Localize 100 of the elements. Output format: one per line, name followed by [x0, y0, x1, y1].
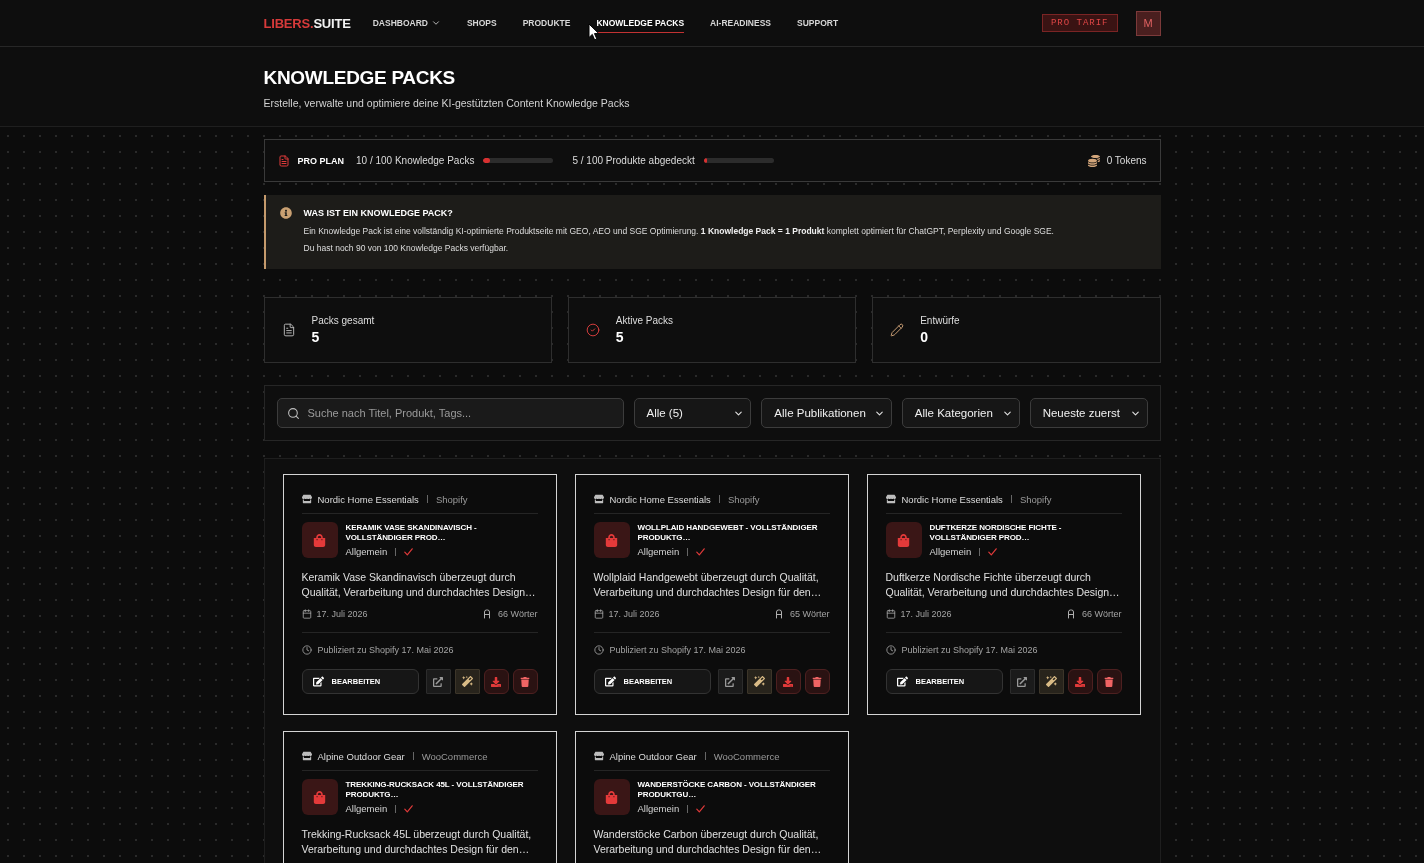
filter-dropdown[interactable]: Alle (5)	[633, 398, 752, 428]
page-subtitle: Erstelle, verwalte und optimiere deine KI-gestützten Content Knowledge Packs	[263, 96, 630, 110]
word-count: 65 Wörter	[790, 609, 830, 619]
shopping-bag-icon	[593, 522, 630, 558]
document-icon	[277, 154, 290, 167]
store-icon	[593, 751, 604, 761]
edit-icon	[312, 676, 324, 687]
download-icon	[1075, 676, 1085, 687]
magic-wand-button[interactable]	[746, 669, 772, 694]
info-text: Ein Knowledge Pack ist eine vollständig KI-optimierte Produktseite mit GEO, AEO und SGE Optimierung. 1 Knowledge Pack = 1 Produkt komplett optimiert für ChatGPT, Perplexity und Google SGE.	[303, 225, 1054, 238]
download-button[interactable]	[483, 669, 509, 694]
shop-name: Nordic Home Essentials	[901, 493, 1003, 505]
shopping-bag-icon	[885, 522, 922, 558]
calendar-icon	[885, 609, 896, 619]
user-avatar[interactable]: M	[1135, 10, 1161, 36]
trash-icon	[520, 676, 530, 687]
info-icon	[279, 207, 292, 219]
trash-icon	[812, 676, 822, 687]
info-title: WAS IST EIN KNOWLEDGE PACK?	[303, 207, 454, 219]
coins-icon	[1087, 154, 1100, 167]
usage-label: 5 / 100 Produkte abgedeckt	[572, 155, 695, 166]
delete-button[interactable]	[804, 669, 830, 694]
calendar-icon	[593, 609, 604, 619]
edit-icon	[896, 676, 908, 687]
logo[interactable]: LIBERS.SUITE	[263, 15, 351, 31]
category-label: Allgemein	[637, 546, 680, 557]
filter-dropdown[interactable]: Alle Kategorien	[901, 398, 1020, 428]
stat-value: 5	[311, 329, 321, 345]
delete-button[interactable]	[1096, 669, 1122, 694]
external-link-button[interactable]	[717, 669, 743, 694]
shopping-bag-icon	[301, 522, 338, 558]
stat-value: 0	[920, 329, 929, 345]
download-icon	[783, 676, 793, 687]
category-label: Allgemein	[345, 803, 388, 814]
nav-link[interactable]: DASHBOARD	[372, 13, 441, 33]
store-icon	[885, 494, 896, 504]
shop-name: Alpine Outdoor Gear	[609, 750, 697, 762]
shopping-bag-icon	[593, 779, 630, 815]
created-date: 17. Juli 2026	[608, 609, 660, 619]
clock-icon	[593, 645, 604, 655]
magic-wand-button[interactable]	[1038, 669, 1064, 694]
publish-status: Publiziert zu Shopify 17. Mai 2026	[609, 645, 746, 655]
letter-icon	[481, 608, 493, 620]
info-text: Du hast noch 90 von 100 Knowledge Packs verfügbar.	[303, 242, 510, 255]
nav-link[interactable]: PRODUKTE	[522, 13, 571, 33]
pack-title: TREKKING-RUCKSACK 45L - VOLLSTÄNDIGER PRODUKTG…	[345, 780, 525, 800]
pack-title: WOLLPLAID HANDGEWEBT - VOLLSTÄNDIGER PRODUKTG…	[637, 523, 819, 543]
pack-description: Wanderstöcke Carbon überzeugt durch Qualität, Verarbeitung und durchdachtes Design für den…	[593, 827, 823, 857]
token-balance: 0 Tokens	[1106, 155, 1147, 166]
download-button[interactable]	[1067, 669, 1093, 694]
publish-status: Publiziert zu Shopify 17. Mai 2026	[317, 645, 454, 655]
store-icon	[593, 494, 604, 504]
delete-button[interactable]	[512, 669, 538, 694]
pack-description: Wollplaid Handgewebt überzeugt durch Qualität, Verarbeitung und durchdachtes Design für den…	[593, 570, 823, 600]
created-date: 17. Juli 2026	[900, 609, 952, 619]
word-count: 66 Wörter	[498, 609, 538, 619]
magic-wand-icon	[461, 676, 473, 687]
created-date: 17. Juli 2026	[316, 609, 368, 619]
pack-title: KERAMIK VASE SKANDINAVISCH - VOLLSTÄNDIGER PROD…	[345, 523, 478, 543]
magic-wand-icon	[753, 676, 765, 687]
store-icon	[301, 494, 312, 504]
clock-icon	[885, 645, 896, 655]
letter-icon	[773, 608, 785, 620]
platform-name: WooCommerce	[421, 750, 488, 762]
external-link-icon	[433, 676, 443, 687]
filter-dropdown[interactable]: Neueste zuerst	[1029, 398, 1148, 428]
pack-title: DUFTKERZE NORDISCHE FICHTE - VOLLSTÄNDIGER PROD…	[929, 523, 1063, 543]
download-button[interactable]	[775, 669, 801, 694]
usage-label: 10 / 100 Knowledge Packs	[356, 155, 475, 166]
nav-link[interactable]: AI-READINESS	[710, 13, 772, 33]
magic-wand-button[interactable]	[454, 669, 480, 694]
filter-dropdown[interactable]: Alle Publikationen	[761, 398, 892, 428]
shop-name: Nordic Home Essentials	[317, 493, 419, 505]
plan-badge: PRO TARIF	[1041, 14, 1118, 32]
check-circle-icon	[585, 323, 600, 337]
stat-value: 5	[615, 329, 625, 345]
category-label: Allgemein	[929, 546, 972, 557]
platform-name: Shopify	[727, 493, 760, 505]
external-link-icon	[725, 676, 735, 687]
clock-icon	[301, 645, 312, 655]
platform-name: WooCommerce	[713, 750, 780, 762]
stat-label: Entwürfe	[920, 315, 960, 326]
search-field[interactable]: Suche nach Titel, Produkt, Tags...	[276, 398, 624, 428]
magic-wand-icon	[1045, 676, 1057, 687]
external-link-button[interactable]	[425, 669, 451, 694]
search-icon	[286, 407, 300, 420]
trash-icon	[1104, 676, 1114, 687]
stat-label: Aktive Packs	[615, 315, 674, 326]
word-count: 66 Wörter	[1082, 609, 1122, 619]
store-icon	[301, 751, 312, 761]
plan-name: PRO PLAN	[297, 155, 344, 166]
nav-link[interactable]: SUPPORT	[797, 13, 839, 33]
pack-description: Keramik Vase Skandinavisch überzeugt durch Qualität, Verarbeitung und durchdachtes Design…	[301, 570, 537, 600]
category-label: Allgemein	[345, 546, 388, 557]
external-link-icon	[1017, 676, 1027, 687]
category-label: Allgemein	[637, 803, 680, 814]
shop-name: Nordic Home Essentials	[609, 493, 711, 505]
external-link-button[interactable]	[1009, 669, 1035, 694]
nav-link[interactable]: SHOPS	[466, 13, 497, 33]
page-title: KNOWLEDGE PACKS	[263, 66, 455, 90]
